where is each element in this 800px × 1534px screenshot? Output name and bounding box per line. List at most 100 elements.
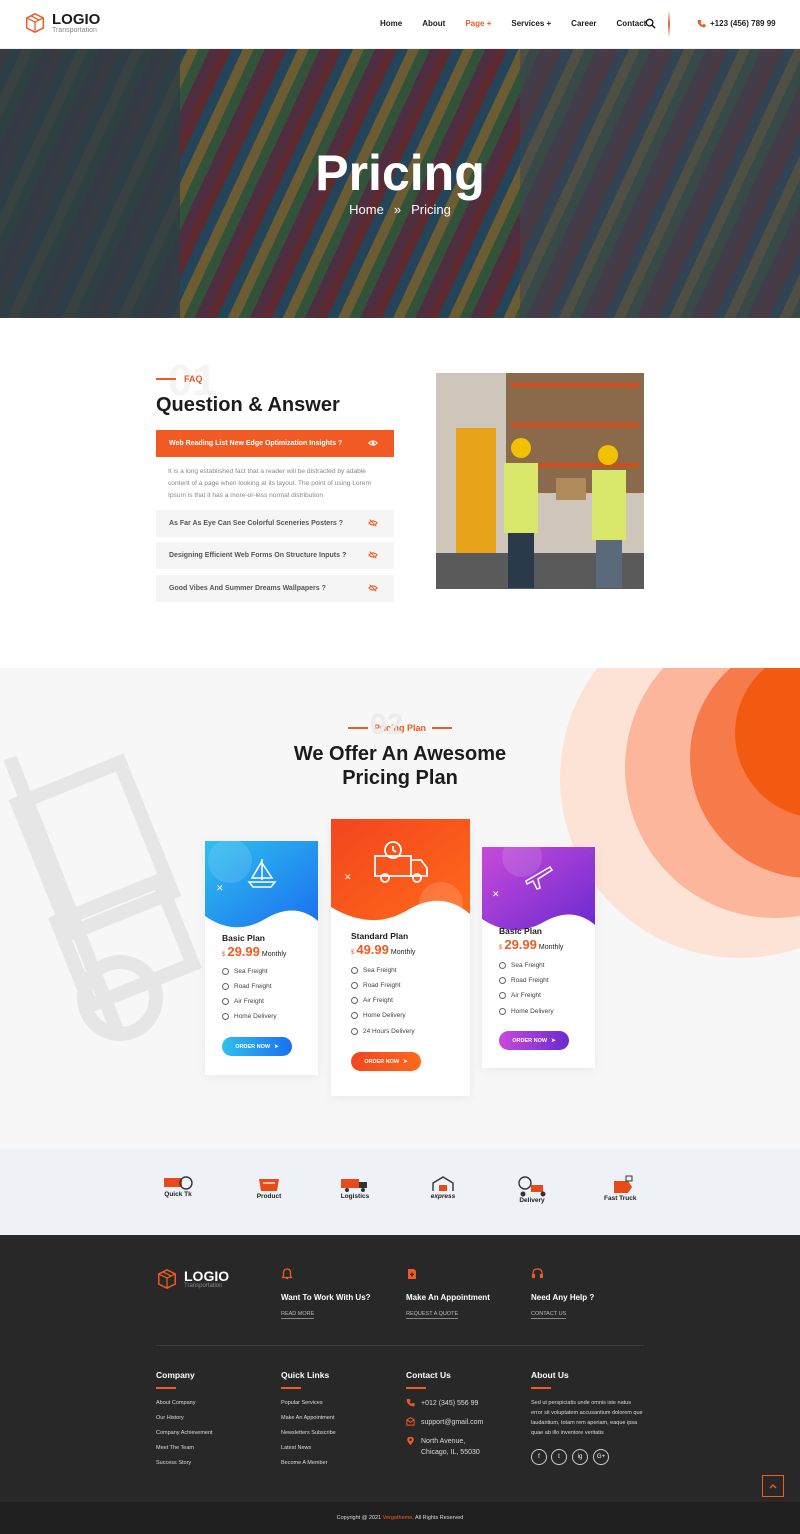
plan-feature: Sea Freight: [351, 967, 397, 974]
phone-icon: [697, 19, 706, 28]
footer-company-title: Company: [156, 1370, 195, 1380]
footer-link[interactable]: Become A Member: [281, 1460, 327, 1466]
site-footer: [0, 1235, 800, 1502]
footer-link[interactable]: About Company: [156, 1400, 195, 1406]
faq-question: Web Reading List New Edge Optimization I…: [169, 440, 343, 447]
twitter-icon[interactable]: t: [551, 1449, 567, 1465]
feature-label: Road Freight: [363, 982, 401, 989]
scooter-icon: [518, 1176, 546, 1197]
pricing-title-line2: Pricing Plan: [342, 767, 458, 789]
feature-label: Sea Freight: [234, 968, 268, 975]
footer-link[interactable]: Make An Appointment: [281, 1415, 335, 1421]
plan-feature: Air Freight: [351, 997, 393, 1004]
nav-career[interactable]: Career: [571, 19, 596, 28]
copyright-brand-link[interactable]: Vergatheme: [383, 1515, 413, 1521]
logo[interactable]: LOGIO Transportation: [24, 12, 100, 34]
scroll-to-top-button[interactable]: [762, 1475, 784, 1497]
footer-email[interactable]: support@gmail.com: [406, 1417, 483, 1428]
phone-icon: [406, 1398, 415, 1407]
plan-feature: Road Freight: [222, 983, 272, 990]
facebook-icon[interactable]: f: [531, 1449, 547, 1465]
faq-item-open[interactable]: Web Reading List New Edge Optimization I…: [156, 430, 394, 457]
google-plus-icon[interactable]: G+: [593, 1449, 609, 1465]
brand-logo-fast-truck[interactable]: Fast Truck: [604, 1175, 637, 1202]
title-underline: [531, 1387, 551, 1389]
faq-item[interactable]: As Far As Eye Can See Colorful Sceneries…: [156, 510, 394, 537]
brand-logo-express[interactable]: express: [427, 1175, 459, 1200]
house-box-icon: [432, 1176, 454, 1191]
contact-us-link[interactable]: CONTACT US: [531, 1311, 567, 1319]
box-logo-icon: [158, 1269, 176, 1289]
pricing-card-standard: ✕ Standard Plan $ 49.99 Monthly Sea Frei…: [331, 819, 470, 1096]
footer-link[interactable]: Popular Services: [281, 1400, 323, 1406]
request-quote-link[interactable]: REQUEST A QUOTE: [406, 1311, 459, 1319]
logo-tagline: Transportation: [52, 26, 97, 34]
title-underline: [156, 1387, 176, 1389]
cta-work-with-us: Want To Work With Us? READ MORE: [281, 1268, 371, 1320]
brand-logo-product[interactable]: Product: [253, 1175, 285, 1200]
plan-price: $ 29.99 Monthly: [222, 944, 286, 959]
footer-link[interactable]: Meet The Team: [156, 1445, 194, 1451]
nav-about[interactable]: About: [422, 19, 445, 28]
footer-logo-tagline: Transportation: [184, 1282, 223, 1289]
truck-icon: [341, 1179, 367, 1192]
hero-banner: Pricing Home» Pricing: [0, 49, 800, 318]
footer-phone[interactable]: +012 (345) 556 99: [406, 1398, 478, 1409]
feature-label: Air Freight: [234, 998, 264, 1005]
footer-link[interactable]: Our History: [156, 1415, 184, 1421]
footer-link[interactable]: Latest News: [281, 1445, 311, 1451]
feature-label: Sea Freight: [511, 962, 545, 969]
plan-feature: Road Freight: [499, 977, 549, 984]
breadcrumb-current: Pricing: [411, 202, 451, 217]
footer-link[interactable]: Success Story: [156, 1460, 191, 1466]
feature-label: Air Freight: [511, 992, 541, 999]
decor-x-icon: ✕: [216, 883, 224, 893]
order-now-button[interactable]: ORDER NOW ➤: [499, 1031, 569, 1050]
check-circle-icon: [222, 998, 229, 1005]
order-button-label: ORDER NOW: [512, 1037, 548, 1044]
brand-logo-quick-tk[interactable]: Quick Tk: [162, 1175, 194, 1198]
instagram-icon[interactable]: ig: [572, 1449, 588, 1465]
footer-logo[interactable]: LOGIO Transportation: [156, 1268, 229, 1290]
cta-help: Need Any Help ? CONTACT US: [531, 1268, 594, 1320]
order-now-button[interactable]: ORDER NOW ➤: [222, 1037, 292, 1056]
search-icon[interactable]: [645, 18, 656, 29]
check-circle-icon: [351, 967, 358, 974]
check-circle-icon: [499, 992, 506, 999]
faq-item[interactable]: Good Vibes And Summer Dreams Wallpapers …: [156, 575, 394, 602]
brand-logo-delivery[interactable]: Delivery: [515, 1175, 549, 1204]
header-phone[interactable]: +123 (456) 789 99: [697, 19, 776, 28]
eye-icon: [368, 440, 378, 446]
price-amount: 29.99: [504, 937, 537, 952]
read-more-link[interactable]: READ MORE: [281, 1311, 315, 1319]
price-amount: 49.99: [356, 942, 389, 957]
faq-item[interactable]: Designing Efficient Web Forms On Structu…: [156, 542, 394, 569]
bell-icon: [281, 1268, 293, 1280]
contact-email: support@gmail.com: [421, 1419, 484, 1426]
breadcrumb: Home » Pricing: [0, 202, 800, 217]
price-period: Monthly: [390, 949, 416, 956]
feature-label: Home Delivery: [511, 1008, 554, 1015]
nav-contact[interactable]: Contact: [617, 19, 647, 28]
cta-title: Need Any Help ?: [531, 1293, 595, 1302]
nav-page[interactable]: Page +: [465, 19, 491, 28]
footer-link[interactable]: Company Achievement: [156, 1430, 213, 1436]
check-circle-icon: [499, 1008, 506, 1015]
nav-services[interactable]: Services +: [511, 19, 551, 28]
order-now-button[interactable]: ORDER NOW ➤: [351, 1052, 421, 1071]
plan-feature: Air Freight: [222, 998, 264, 1005]
footer-link[interactable]: Newsletters Subscribe: [281, 1430, 336, 1436]
nav-home[interactable]: Home: [380, 19, 402, 28]
box-icon: [259, 1179, 279, 1191]
price-period: Monthly: [261, 951, 287, 958]
brand-logo-logistics[interactable]: Logistics: [338, 1175, 372, 1200]
brand-label: express: [430, 1193, 456, 1200]
delivery-van-icon: [374, 841, 428, 883]
paper-plane-icon: ➤: [403, 1058, 408, 1065]
headset-icon: [532, 1268, 543, 1278]
site-header: LOGIO Transportation Home About Page + S…: [0, 0, 800, 49]
check-circle-icon: [499, 962, 506, 969]
breadcrumb-home[interactable]: Home: [349, 202, 384, 217]
order-button-label: ORDER NOW: [235, 1043, 271, 1050]
price-period: Monthly: [538, 944, 564, 951]
